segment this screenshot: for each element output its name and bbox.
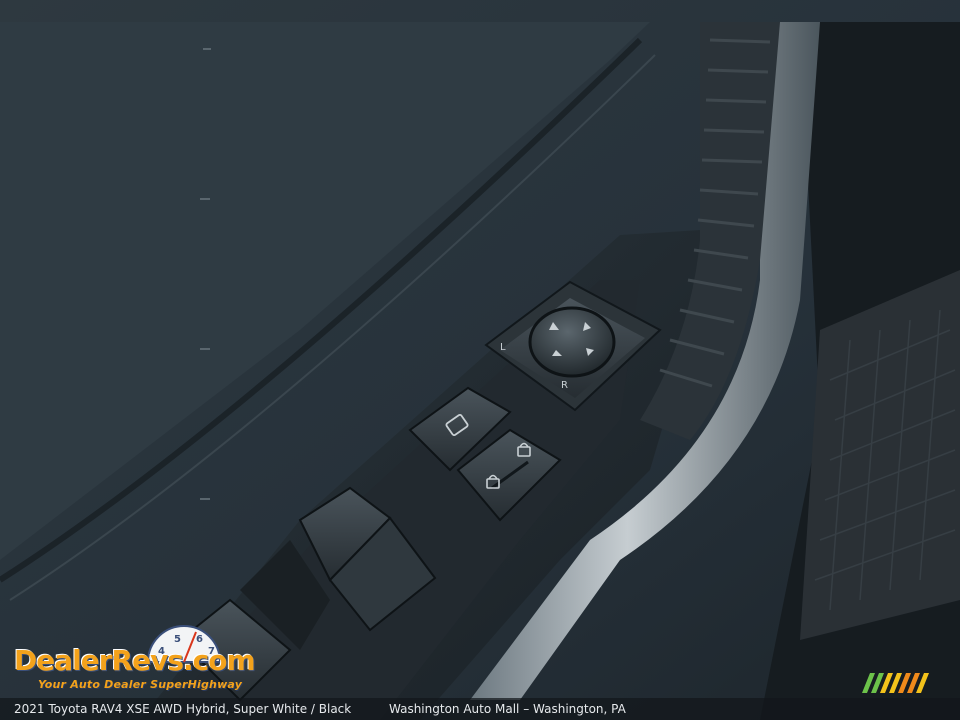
- mirror-right-label: R: [561, 380, 568, 391]
- door-panel-photo: L R: [0, 0, 960, 720]
- dealerrevs-logo: 4 5 6 7 DealerRevs.com Your Auto Dealer …: [10, 622, 280, 696]
- vehicle-caption: 2021 Toyota RAV4 XSE AWD Hybrid, Super W…: [14, 702, 352, 716]
- logo-tagline: Your Auto Dealer SuperHighway: [38, 678, 243, 691]
- logo-brand-text: DealerRevs.com: [14, 644, 256, 677]
- dealer-caption: Washington Auto Mall – Washington, PA: [389, 702, 626, 716]
- mirror-left-label: L: [500, 342, 506, 353]
- caption-bar-bottom: 2021 Toyota RAV4 XSE AWD Hybrid, Super W…: [0, 698, 960, 720]
- speed-stripes-icon: [862, 673, 929, 693]
